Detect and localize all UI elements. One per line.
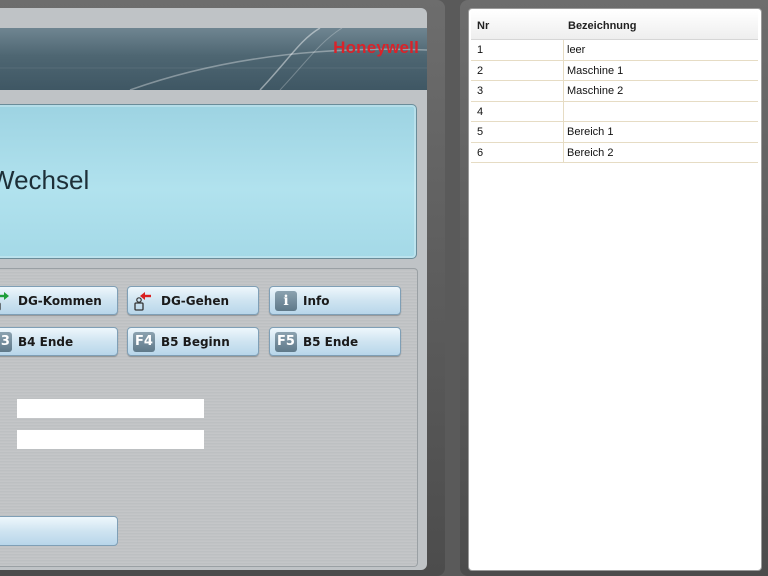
b4-ende-button[interactable]: F3 B4 Ende [0,327,118,356]
message-display: Wechsel [0,104,417,259]
list-rows: 1 leer 2 Maschine 1 3 Maschine 2 4 5 Ber… [471,40,758,163]
list-row[interactable]: 5 Bereich 1 [471,122,758,143]
f4-key-icon: F4 [133,331,155,353]
b5-beginn-label: B5 Beginn [161,334,230,349]
person-arrow-out-icon [133,290,155,312]
person-arrow-in-icon [0,290,12,312]
b4-ende-label: B4 Ende [18,334,74,349]
row-nr: 5 [477,126,484,138]
input-field-1[interactable] [17,399,204,418]
b5-ende-button[interactable]: F5 B5 Ende [269,327,401,356]
dg-kommen-button[interactable]: DG-Kommen [0,286,118,315]
terminal-frame: Honeywell Wechsel DG-Kommen DG-Gehen i I… [0,0,445,576]
list-row[interactable]: 4 [471,101,758,122]
row-nr: 1 [477,44,484,56]
display-text: Wechsel [0,165,90,195]
row-bezeichnung: Bereich 1 [567,126,614,138]
f3-key-icon: F3 [0,331,12,353]
header-band: Honeywell [0,28,427,90]
list-panel: Nr Bezeichnung 1 leer 2 Maschine 1 3 Mas… [468,8,762,571]
row-bezeichnung: leer [567,44,586,56]
brand-logo: Honeywell [333,38,419,57]
column-header-bezeichnung[interactable]: Bezeichnung [568,20,636,32]
row-nr: 6 [477,146,484,159]
row-bezeichnung: Bereich 2 [567,146,614,159]
row-nr: 2 [477,64,484,77]
dg-kommen-label: DG-Kommen [18,293,102,308]
info-icon: i [275,290,297,312]
list-row[interactable]: 2 Maschine 1 [471,60,758,81]
input-field-2[interactable] [17,430,204,449]
column-header-nr[interactable]: Nr [477,20,489,32]
list-row[interactable]: 3 Maschine 2 [471,81,758,102]
row-bezeichnung: Maschine 2 [567,85,624,97]
info-button[interactable]: i Info [269,286,401,315]
list-row[interactable]: 1 leer [471,40,758,61]
list-row[interactable]: 6 Bereich 2 [471,142,758,163]
b5-beginn-button[interactable]: F4 B5 Beginn [127,327,259,356]
f5-key-icon: F5 [275,331,297,353]
dg-gehen-label: DG-Gehen [161,293,230,308]
list-header: Nr Bezeichnung [471,11,758,40]
bottom-action-button[interactable] [0,516,118,546]
list-frame: Nr Bezeichnung 1 leer 2 Maschine 1 3 Mas… [460,0,768,576]
info-label: Info [303,293,330,308]
row-bezeichnung: Maschine 1 [567,64,624,77]
row-nr: 3 [477,85,484,97]
row-nr: 4 [477,105,484,118]
dg-gehen-button[interactable]: DG-Gehen [127,286,259,315]
terminal-body: Honeywell Wechsel DG-Kommen DG-Gehen i I… [0,8,427,570]
b5-ende-label: B5 Ende [303,334,359,349]
